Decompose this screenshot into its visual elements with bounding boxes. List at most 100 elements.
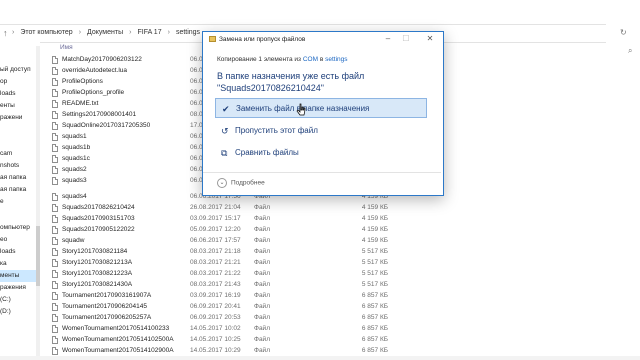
- dialog-title-bar[interactable]: Замена или пропуск файлов – ☐ ✕: [203, 32, 443, 48]
- copy-target-link[interactable]: settings: [325, 56, 347, 63]
- file-date: 14.05.2017 10:25: [190, 336, 241, 343]
- sidebar-item-drive-d[interactable]: (D:): [0, 306, 40, 318]
- file-row[interactable]: WomenTournament20170514100233 14.05.2017 …: [48, 324, 388, 335]
- breadcrumb-fifa17[interactable]: FIFA 17: [137, 29, 161, 36]
- scrollbar-thumb[interactable]: [36, 226, 40, 286]
- file-icon: [52, 237, 58, 245]
- file-name: Tournament20170906205257A: [62, 314, 152, 321]
- sidebar-item[interactable]: ор: [0, 76, 40, 88]
- file-row[interactable]: Tournament20170906205257A 06.09.2017 20:5…: [48, 313, 388, 324]
- file-date: 06.0: [190, 166, 203, 173]
- file-date: 14.05.2017 10:29: [190, 347, 241, 354]
- file-name: ProfileOptions: [62, 78, 103, 85]
- sidebar-item[interactable]: [0, 136, 40, 148]
- right-pane: ↻ ⌕: [606, 24, 640, 360]
- file-row[interactable]: Squads20170826210424 26.08.2017 21:04 Файл…: [48, 203, 388, 214]
- chevron-down-icon: ⌄: [217, 178, 227, 188]
- sidebar-scrollbar[interactable]: [36, 46, 40, 360]
- bottom-edge: [0, 356, 640, 360]
- file-icon: [52, 204, 58, 212]
- file-icon: [52, 270, 58, 278]
- sidebar-item-quick-access[interactable]: ый доступ: [0, 64, 40, 76]
- file-date: 06.0: [190, 177, 203, 184]
- compare-files-option[interactable]: ⧉ Сравнить файлы: [215, 143, 427, 163]
- file-date: 06.0: [190, 100, 203, 107]
- file-row[interactable]: Story12017030821213A 08.03.2017 21:21 Файл…: [48, 258, 388, 269]
- file-row[interactable]: WomenTournament20170514102500A 14.05.2017…: [48, 335, 388, 346]
- file-date: 08.03.2017 21:22: [190, 270, 241, 277]
- file-date: 06.0: [190, 89, 203, 96]
- file-name: SquadOnline20170317205350: [62, 122, 151, 129]
- sidebar-item-folder[interactable]: ая папка: [0, 184, 40, 196]
- copy-source-link[interactable]: COM: [303, 56, 318, 63]
- breadcrumb-documents[interactable]: Документы: [87, 29, 123, 36]
- file-icon: [52, 248, 58, 256]
- file-name: overrideAutodetect.lua: [62, 67, 128, 74]
- sidebar-item-video[interactable]: ео: [0, 234, 40, 246]
- file-date: 17.0: [190, 122, 203, 129]
- file-icon: [52, 193, 58, 201]
- file-name: Story12017030821184: [62, 248, 128, 255]
- sidebar-item[interactable]: e: [0, 196, 40, 208]
- sidebar-item-webcam[interactable]: cam: [0, 148, 40, 160]
- sidebar-item-this-pc[interactable]: омпьютер: [0, 222, 40, 234]
- sidebar-item-downloads[interactable]: loads: [0, 246, 40, 258]
- search-icon[interactable]: ⌕: [628, 46, 632, 56]
- file-name: WomenTournament20170514100233: [62, 325, 170, 332]
- file-row[interactable]: Squads20170905122022 05.09.2017 12:20 Файл…: [48, 225, 388, 236]
- file-row[interactable]: Story12017030821430A 08.03.2017 21:43 Файл…: [48, 280, 388, 291]
- file-icon: [52, 100, 58, 108]
- file-row[interactable]: Squads20170903151703 03.09.2017 15:17 Файл…: [48, 214, 388, 225]
- file-icon: [52, 314, 58, 322]
- file-date: 06.0: [190, 67, 203, 74]
- close-icon[interactable]: ✕: [423, 34, 437, 43]
- details-toggle[interactable]: ⌄ Подробнее: [217, 178, 265, 188]
- sidebar-item-screenshots[interactable]: nshots: [0, 160, 40, 172]
- sidebar-item[interactable]: [0, 52, 40, 64]
- sidebar-item-folder[interactable]: ая папка: [0, 172, 40, 184]
- skip-file-option[interactable]: ↺ Пропустить этот файл: [215, 121, 427, 141]
- file-name: squadw: [62, 237, 85, 244]
- file-type: Файл: [254, 303, 270, 310]
- file-row[interactable]: Tournament20170903161907A 03.09.2017 16:1…: [48, 291, 388, 302]
- up-arrow-icon[interactable]: ↑: [3, 28, 8, 38]
- sidebar-item-documents-selected[interactable]: менты: [0, 270, 40, 282]
- file-row[interactable]: Story12017030821223A 08.03.2017 21:22 Файл…: [48, 269, 388, 280]
- sidebar-item-downloads[interactable]: loads: [0, 88, 40, 100]
- folder-icon: [209, 36, 216, 42]
- file-name: WomenTournament20170514102500A: [62, 336, 174, 343]
- file-icon: [52, 133, 58, 141]
- file-name: squads1c: [62, 155, 90, 162]
- sidebar-item[interactable]: [0, 208, 40, 220]
- file-row[interactable]: Story12017030821184 08.03.2017 21:18 Файл 5…: [48, 247, 388, 258]
- sidebar-item-documents[interactable]: енты: [0, 100, 40, 112]
- file-row[interactable]: squadw 06.06.2017 17:57 Файл 4 159 КБ: [48, 236, 388, 247]
- file-name: squads1b: [62, 144, 91, 151]
- file-icon: [52, 122, 58, 130]
- file-size: 4 159 КБ: [361, 204, 388, 211]
- sidebar-item-drive-c[interactable]: (C:): [0, 294, 40, 306]
- breadcrumb-this-pc[interactable]: Этот компьютер: [20, 29, 72, 36]
- breadcrumb-settings[interactable]: settings: [176, 29, 200, 36]
- file-name: Story12017030821223A: [62, 270, 133, 277]
- file-icon: [52, 259, 58, 267]
- file-icon: [52, 177, 58, 185]
- maximize-icon: ☐: [402, 34, 410, 43]
- file-name: squads1: [62, 133, 87, 140]
- check-icon: ✔: [222, 104, 230, 114]
- details-label: Подробнее: [231, 179, 265, 187]
- file-date: 06.0: [190, 155, 203, 162]
- file-date: 14.05.2017 10:02: [190, 325, 241, 332]
- sidebar-item-pictures[interactable]: ражени: [0, 112, 40, 124]
- sidebar-item[interactable]: [0, 124, 40, 136]
- column-name-header[interactable]: Имя: [60, 44, 73, 51]
- sidebar-item-pictures[interactable]: ражения: [0, 282, 40, 294]
- replace-file-option[interactable]: ✔ Заменить файл в папке назначения: [215, 98, 427, 118]
- refresh-icon[interactable]: ↻: [620, 28, 627, 37]
- minimize-icon[interactable]: –: [381, 34, 395, 43]
- file-size: 5 517 КБ: [361, 248, 388, 255]
- sidebar-item-music[interactable]: ка: [0, 258, 40, 270]
- skip-icon: ↺: [221, 126, 229, 136]
- file-row[interactable]: Tournament20170906204145 06.09.2017 20:41…: [48, 302, 388, 313]
- conflict-filename: "Squads20170826210424": [217, 83, 324, 93]
